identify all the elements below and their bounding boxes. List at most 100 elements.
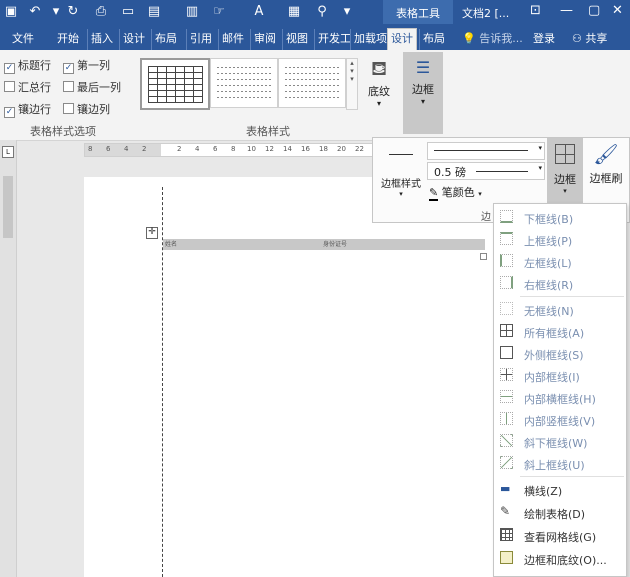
table-row[interactable]: 姓名 身份证号 [163, 239, 485, 250]
search-icon[interactable]: ⚲ [313, 3, 331, 21]
document-title: 文档2 [... [462, 7, 510, 20]
view-gridlines-icon [500, 528, 513, 541]
border-styles-button[interactable]: 边框样式 ▾ [377, 144, 425, 204]
paste-icon[interactable]: ▤ [145, 3, 163, 21]
table-style-preview [217, 67, 271, 99]
more-icon[interactable]: ▾ [338, 3, 356, 21]
tab-developer[interactable]: 开发工 [314, 29, 354, 50]
tab-addins[interactable]: 加载项 [350, 29, 390, 50]
gallery-scroll[interactable]: ▴ ▾ ▾ [346, 58, 358, 110]
share-button[interactable]: ⚇ 共享 [572, 30, 607, 46]
banded-rows-checkbox[interactable]: ✓ 镶边行 [4, 101, 51, 118]
menu-item-all-borders[interactable]: 所有框线(A) [494, 320, 626, 342]
pen-color-label: 笔颜色 [441, 186, 475, 199]
tab-mailings[interactable]: 邮件 [218, 29, 247, 50]
tab-selector-icon[interactable]: L [2, 146, 14, 158]
border-outside-icon [500, 346, 513, 359]
menu-item-right-border[interactable]: 右框线(R) [494, 272, 626, 294]
tab-table-layout[interactable]: 布局 [419, 29, 448, 50]
menu-item-top-border[interactable]: 上框线(P) [494, 228, 626, 250]
tab-review[interactable]: 审阅 [250, 29, 279, 50]
borders-label: 边框 [412, 83, 434, 96]
menu-item-inside-borders[interactable]: 内部框线(I) [494, 364, 626, 386]
menu-item-bottom-border[interactable]: 下框线(B) [494, 206, 626, 228]
menu-item-inside-horizontal[interactable]: 内部横框线(H) [494, 386, 626, 408]
tab-insert[interactable]: 插入 [87, 29, 116, 50]
login-link[interactable]: 登录 [533, 30, 555, 46]
tab-design[interactable]: 设计 [119, 29, 148, 50]
checkbox-icon [63, 81, 74, 92]
menu-item-label: 右框线(R) [524, 279, 574, 292]
borders-dropdown-button[interactable]: 边框 ▾ [547, 138, 583, 204]
total-row-checkbox[interactable]: 汇总行 [4, 79, 51, 95]
first-col-checkbox[interactable]: ✓ 第一列 [63, 57, 110, 74]
line-style-select[interactable]: ▾ [427, 142, 545, 160]
menu-item-borders-shading[interactable]: 边框和底纹(O)... [494, 547, 626, 569]
line-style-sample [434, 150, 528, 151]
table-styles-group-label: 表格样式 [246, 125, 290, 138]
border-inside-icon [500, 368, 513, 381]
last-col-label: 最后一列 [77, 81, 121, 94]
menu-item-inside-vertical[interactable]: 内部竖框线(V) [494, 408, 626, 430]
border-inside-h-icon [500, 390, 513, 403]
menu-item-label: 查看网格线(G) [524, 531, 597, 544]
ribbon-display-icon[interactable]: ⊡ [530, 3, 541, 18]
font-color-icon[interactable]: A [250, 3, 268, 21]
tab-file[interactable]: 文件 [9, 29, 37, 50]
border-styles-label: 边框样式 [381, 179, 421, 190]
ruler-tick: 18 [319, 145, 328, 153]
chevron-down-icon: ▾ [538, 164, 542, 172]
tab-view[interactable]: 视图 [282, 29, 311, 50]
close-icon[interactable]: ✕ [612, 3, 623, 18]
dropdown-icon[interactable]: ▾ [47, 3, 65, 21]
menu-item-left-border[interactable]: 左框线(L) [494, 250, 626, 272]
save-icon[interactable]: ▣ [2, 3, 20, 21]
table-move-handle-icon[interactable]: ✛ [146, 227, 158, 239]
borders-menu: 下框线(B) 上框线(P) 左框线(L) 右框线(R) 无框线(N) 所有框线(… [493, 203, 627, 577]
table-resize-handle[interactable] [480, 253, 487, 260]
redo-icon[interactable]: ↻ [64, 3, 82, 21]
last-col-checkbox[interactable]: 最后一列 [63, 79, 121, 95]
person-icon: ⚇ [572, 32, 582, 45]
maximize-icon[interactable]: ▢ [588, 3, 600, 18]
layout-icon[interactable]: ▦ [285, 3, 303, 21]
tell-me-label: 告诉我... [479, 32, 523, 45]
tab-references[interactable]: 引用 [186, 29, 215, 50]
border-painter-button[interactable]: 🖌 边框刷 [585, 138, 627, 204]
minimize-icon[interactable]: — [560, 3, 573, 18]
print-preview-icon[interactable]: ⎙ [92, 3, 110, 21]
table-style-plain[interactable] [210, 58, 278, 108]
tell-me-box[interactable]: 💡 告诉我... [462, 30, 523, 46]
borders-shading-icon [500, 551, 513, 564]
menu-item-no-border[interactable]: 无框线(N) [494, 298, 626, 320]
vertical-ruler: L [0, 140, 17, 577]
ruler-tick: 12 [265, 145, 274, 153]
table-style-light[interactable] [278, 58, 346, 108]
header-row-checkbox[interactable]: ✓ 标题行 [4, 57, 51, 74]
diag-down-icon [500, 434, 513, 447]
table-style-grid[interactable] [140, 58, 210, 110]
checkbox-icon [63, 103, 74, 114]
tab-table-design[interactable]: 设计 [387, 28, 417, 50]
borders-button-label: 边框 [554, 173, 576, 186]
borders-group-button[interactable]: ☰ 边框 ▾ [403, 52, 443, 134]
ribbon-tabs: 文件 开始 插入 设计 布局 引用 邮件 审阅 视图 开发工 加载项 设计 布局… [0, 24, 630, 50]
border-right-icon [500, 276, 513, 289]
format-icon[interactable]: ▥ [183, 3, 201, 21]
menu-item-label: 内部框线(I) [524, 371, 580, 384]
shading-button[interactable]: ⛾ 底纹 ▾ [364, 56, 394, 112]
menu-item-diagonal-up[interactable]: 斜上框线(U) [494, 452, 626, 474]
menu-item-view-gridlines[interactable]: 查看网格线(G) [494, 524, 626, 546]
menu-item-outside-borders[interactable]: 外侧框线(S) [494, 342, 626, 364]
new-doc-icon[interactable]: ▭ [119, 3, 137, 21]
tab-layout[interactable]: 布局 [151, 29, 180, 50]
menu-item-horizontal-line[interactable]: ▬ 横线(Z) [494, 478, 626, 500]
undo-icon[interactable]: ↶ [26, 3, 44, 21]
menu-item-diagonal-down[interactable]: 斜下框线(W) [494, 430, 626, 452]
menu-item-draw-table[interactable]: ✎ 绘制表格(D) [494, 501, 626, 523]
touch-icon[interactable]: ☞ [210, 3, 228, 21]
line-weight-select[interactable]: 0.5 磅 ▾ [427, 162, 545, 180]
pen-color-button[interactable]: ✎ 笔颜色 ▾ [429, 184, 482, 201]
tab-home[interactable]: 开始 [54, 29, 82, 50]
banded-cols-checkbox[interactable]: 镶边列 [63, 101, 110, 117]
